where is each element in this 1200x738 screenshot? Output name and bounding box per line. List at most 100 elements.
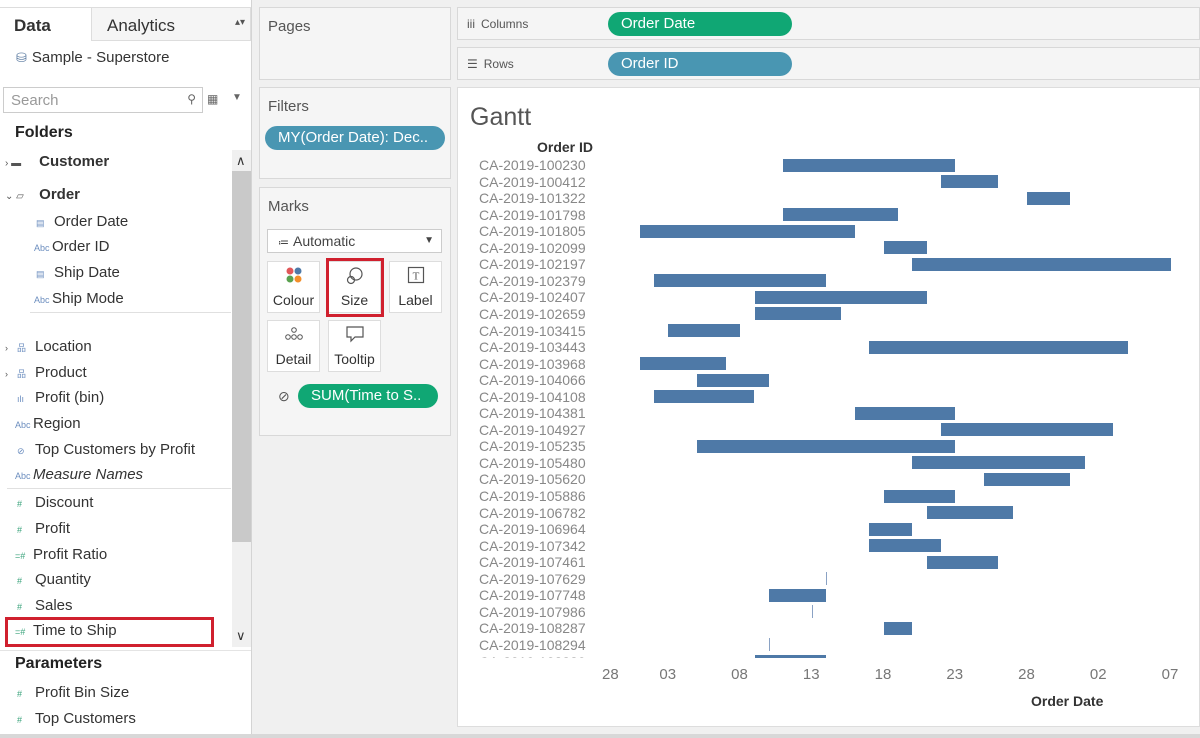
search-icon[interactable]: ⚲ bbox=[187, 92, 196, 106]
gantt-bar[interactable] bbox=[668, 324, 741, 337]
view-toggle-icon[interactable]: ▦ bbox=[207, 92, 218, 106]
dim-top-customers[interactable]: ⊘ Top Customers by Profit bbox=[17, 440, 195, 460]
tab-analytics[interactable]: Analytics ▴▾ bbox=[91, 7, 251, 41]
gantt-bar[interactable] bbox=[883, 241, 927, 255]
gantt-bar[interactable] bbox=[783, 208, 898, 222]
measure-profit-ratio[interactable]: =# Profit Ratio bbox=[15, 545, 107, 565]
row-label: CA-2019-107461 bbox=[479, 554, 586, 571]
measure-profit[interactable]: # Profit bbox=[17, 519, 70, 539]
scroll-up-icon[interactable]: ∧ bbox=[236, 153, 246, 169]
gantt-bar[interactable] bbox=[1027, 191, 1071, 205]
gantt-bar[interactable] bbox=[941, 175, 999, 189]
calendar-icon: ▤ bbox=[36, 218, 45, 228]
row-label: CA-2019-101322 bbox=[479, 190, 586, 207]
gantt-bar[interactable] bbox=[984, 472, 1071, 486]
datasource-label: Sample - Superstore bbox=[31, 49, 170, 66]
field-ship-date[interactable]: ▤ Ship Date bbox=[36, 263, 120, 283]
gantt-bar[interactable] bbox=[811, 605, 813, 619]
folder-open-icon: ⌄ ▱ bbox=[5, 191, 24, 202]
pane-menu-icon[interactable]: ▴▾ bbox=[235, 17, 245, 28]
datasource-item[interactable]: ⛁ Sample - Superstore bbox=[16, 49, 169, 66]
gantt-bar[interactable] bbox=[754, 307, 841, 321]
calc-measure-icon: =# bbox=[15, 551, 26, 561]
gantt-bar[interactable] bbox=[654, 274, 827, 288]
gantt-bar[interactable] bbox=[754, 290, 927, 304]
row-label: CA-2019-103415 bbox=[479, 322, 586, 339]
parameters-header: Parameters bbox=[15, 655, 103, 672]
row-label: CA-2019-106964 bbox=[479, 521, 586, 538]
chart-title: Gantt bbox=[470, 103, 532, 131]
search-input[interactable]: Search ⚲ bbox=[3, 87, 203, 113]
measure-icon: # bbox=[17, 499, 23, 509]
row-label: CA-2019-105886 bbox=[479, 488, 586, 504]
size-icon: ⊘ bbox=[278, 388, 290, 404]
folder-order[interactable]: ⌄ ▱ Order bbox=[5, 185, 80, 205]
field-ship-mode[interactable]: Abc Ship Mode bbox=[34, 289, 124, 309]
row-label: CA-2019-102659 bbox=[479, 305, 586, 322]
gantt-bar[interactable] bbox=[912, 257, 1171, 271]
gantt-bar[interactable] bbox=[768, 638, 770, 652]
tab-data[interactable]: Data bbox=[0, 7, 91, 41]
gantt-bar[interactable] bbox=[869, 340, 1128, 354]
gantt-bar[interactable] bbox=[639, 357, 726, 371]
dim-location[interactable]: › 品 Location bbox=[5, 337, 92, 357]
folders-header: Folders bbox=[15, 124, 73, 141]
dim-product[interactable]: › 品 Product bbox=[5, 363, 87, 383]
rows-shelf[interactable]: ☰ Rows bbox=[457, 47, 1200, 80]
gantt-bar[interactable] bbox=[869, 522, 913, 536]
measure-quantity[interactable]: # Quantity bbox=[17, 570, 91, 590]
bin-icon: ılı bbox=[17, 394, 25, 404]
abc-icon: Abc bbox=[15, 420, 31, 430]
dim-region[interactable]: Abc Region bbox=[15, 414, 81, 434]
columns-shelf[interactable]: iii Columns bbox=[457, 7, 1200, 40]
scrollbar-thumb[interactable] bbox=[232, 171, 251, 542]
gantt-bar[interactable] bbox=[926, 555, 999, 569]
gantt-bar[interactable] bbox=[697, 439, 956, 453]
field-order-date[interactable]: ▤ Order Date bbox=[36, 212, 128, 232]
gantt-bar[interactable] bbox=[654, 390, 755, 404]
dim-measure-names[interactable]: Abc Measure Names bbox=[15, 465, 143, 485]
chevron-down-icon[interactable]: ▼ bbox=[232, 92, 242, 103]
gantt-bar[interactable] bbox=[639, 224, 855, 238]
gantt-bar[interactable] bbox=[883, 621, 913, 635]
pages-card[interactable]: Pages bbox=[259, 7, 451, 80]
dim-profit-bin[interactable]: ılı Profit (bin) bbox=[17, 388, 104, 408]
measure-discount[interactable]: # Discount bbox=[17, 493, 93, 513]
folder-customer[interactable]: › ▬ Customer bbox=[5, 152, 109, 172]
gantt-bar[interactable] bbox=[768, 588, 827, 602]
gantt-bar[interactable] bbox=[754, 655, 827, 658]
gantt-bar[interactable] bbox=[697, 373, 769, 387]
rows-pill[interactable]: Order ID bbox=[608, 52, 792, 76]
mark-type-select[interactable]: ≔ Automatic ▼ bbox=[267, 229, 442, 253]
rows-label: ☰ Rows bbox=[467, 57, 514, 71]
scroll-down-icon[interactable]: ∨ bbox=[236, 628, 246, 644]
param-profit-bin-size[interactable]: # Profit Bin Size bbox=[17, 683, 129, 703]
gantt-bar[interactable] bbox=[883, 489, 956, 503]
detail-button[interactable]: Detail bbox=[267, 320, 320, 372]
columns-label: iii Columns bbox=[467, 17, 529, 31]
row-label: CA-2019-107748 bbox=[479, 587, 586, 604]
rows-icon: ☰ bbox=[467, 57, 478, 71]
gantt-bar[interactable] bbox=[854, 406, 956, 420]
measure-sales[interactable]: # Sales bbox=[17, 596, 73, 616]
row-label: CA-2019-107986 bbox=[479, 603, 586, 620]
param-top-customers[interactable]: # Top Customers bbox=[17, 709, 136, 729]
gantt-bar[interactable] bbox=[941, 423, 1114, 437]
gantt-bar[interactable] bbox=[783, 158, 956, 172]
gantt-bar[interactable] bbox=[869, 539, 942, 553]
colour-button[interactable]: Colour bbox=[267, 261, 320, 313]
columns-pill[interactable]: Order Date bbox=[608, 12, 792, 36]
row-label: CA-2019-105480 bbox=[479, 454, 586, 471]
measure-icon: # bbox=[17, 602, 23, 612]
row-label: CA-2019-102099 bbox=[479, 239, 586, 256]
gantt-bar[interactable] bbox=[912, 456, 1085, 470]
gantt-bar[interactable] bbox=[826, 572, 828, 586]
filter-pill[interactable]: MY(Order Date): Dec.. bbox=[265, 126, 445, 150]
label-button[interactable]: T Label bbox=[389, 261, 442, 313]
highlight-box bbox=[326, 258, 384, 317]
tooltip-button[interactable]: Tooltip bbox=[328, 320, 381, 372]
gantt-bar[interactable] bbox=[926, 506, 1013, 520]
size-pill[interactable]: SUM(Time to S.. bbox=[298, 384, 438, 408]
x-tick-label: 13 bbox=[802, 666, 820, 683]
field-order-id[interactable]: Abc Order ID bbox=[34, 237, 110, 257]
